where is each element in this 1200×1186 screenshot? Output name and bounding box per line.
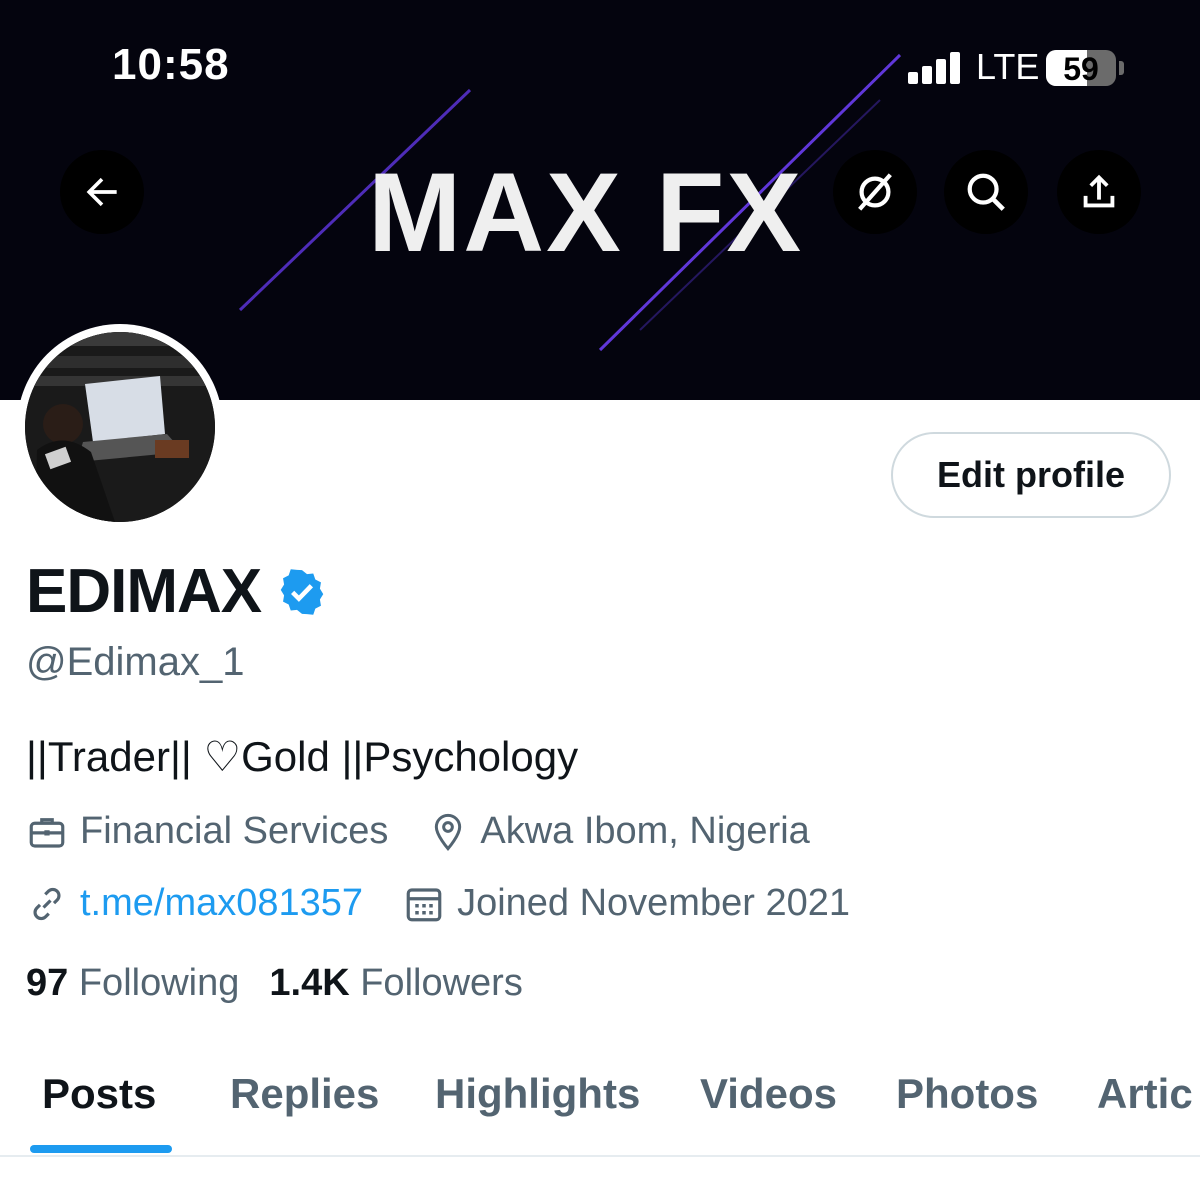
- display-name: EDIMAX: [26, 557, 262, 626]
- network-label: LTE: [976, 46, 1040, 87]
- profile-tabs: Posts Replies Highlights Videos Photos A…: [0, 1062, 1200, 1162]
- website-item[interactable]: t.me/max081357: [26, 882, 363, 925]
- battery-icon: 59: [1046, 50, 1116, 86]
- search-icon: [967, 173, 1005, 211]
- location-label: Akwa Ibom, Nigeria: [480, 810, 810, 852]
- profile-banner[interactable]: 10:58 LTE 59 MAX FX: [0, 0, 1200, 400]
- briefcase-icon: [29, 817, 65, 848]
- edit-profile-button[interactable]: Edit profile: [891, 432, 1171, 518]
- followers-label: Followers: [360, 962, 523, 1004]
- category-label: Financial Services: [80, 810, 389, 852]
- joined-item: Joined November 2021: [403, 882, 850, 925]
- following-stat[interactable]: 97 Following: [26, 962, 239, 1005]
- arrow-left-icon: [86, 177, 117, 207]
- avatar-image: [25, 332, 215, 522]
- calendar-icon: [406, 887, 442, 921]
- back-button[interactable]: [60, 150, 144, 234]
- followers-count: 1.4K: [269, 962, 350, 1004]
- location-pin-icon: [435, 813, 462, 851]
- tab-highlights[interactable]: Highlights: [435, 1070, 640, 1118]
- tab-articles[interactable]: Artic: [1097, 1070, 1193, 1118]
- tab-photos[interactable]: Photos: [896, 1070, 1038, 1118]
- battery-tip: [1119, 61, 1124, 75]
- status-time: 10:58: [112, 40, 230, 89]
- name-row: EDIMAX: [26, 556, 327, 627]
- profile-meta-row-1: Financial Services Akwa Ibom, Nigeria: [26, 810, 850, 853]
- grok-button[interactable]: [833, 150, 917, 234]
- following-count: 97: [26, 962, 69, 1004]
- signal-icon: [908, 50, 968, 84]
- follow-stats: 97 Following 1.4K Followers: [26, 962, 523, 1005]
- active-tab-indicator: [30, 1145, 172, 1153]
- website-link[interactable]: t.me/max081357: [80, 882, 363, 925]
- bio: ||Trader|| ♡Gold ||Psychology: [26, 733, 579, 780]
- avatar-container[interactable]: [17, 324, 223, 530]
- tab-posts[interactable]: Posts: [42, 1070, 156, 1118]
- location-item: Akwa Ibom, Nigeria: [428, 810, 810, 853]
- avatar: [25, 332, 215, 522]
- profile-meta-row-2: t.me/max081357 Joined November 2021: [26, 882, 890, 925]
- tab-videos[interactable]: Videos: [700, 1070, 837, 1118]
- following-label: Following: [78, 962, 240, 1004]
- battery-percent: 59: [1063, 51, 1099, 86]
- link-icon: [33, 887, 61, 920]
- share-icon: [1083, 174, 1115, 208]
- tabs-divider: [0, 1155, 1200, 1157]
- followers-stat[interactable]: 1.4K Followers: [269, 962, 522, 1005]
- grok-icon: [858, 173, 892, 211]
- search-button[interactable]: [944, 150, 1028, 234]
- handle: @Edimax_1: [26, 640, 245, 684]
- banner-title: MAX FX: [368, 150, 804, 275]
- joined-label: Joined November 2021: [457, 882, 850, 924]
- share-button[interactable]: [1057, 150, 1141, 234]
- category-item: Financial Services: [26, 810, 388, 853]
- tab-replies[interactable]: Replies: [230, 1070, 379, 1118]
- verified-badge-icon[interactable]: [277, 567, 327, 617]
